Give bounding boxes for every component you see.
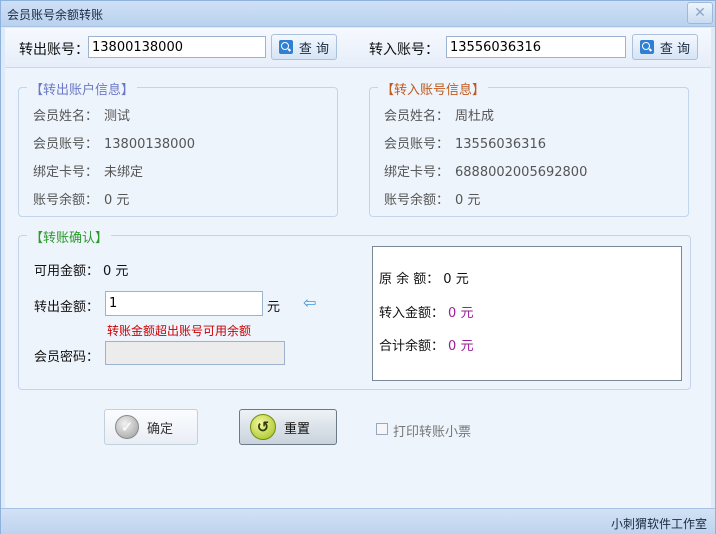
- out-query-label: 查 询: [298, 41, 330, 57]
- out-account-input[interactable]: [88, 36, 266, 58]
- in-name-label: 会员姓名：: [384, 109, 450, 124]
- transfer-window: 会员账号余额转账 ✕ 转出账号： 查 询 转入账号： 查 询 【转出账户信息】 …: [0, 0, 716, 534]
- balance-summary-box: 原 余 额： 0 元 转入金额： 0 元 合计余额： 0 元: [372, 246, 682, 381]
- in-query-button[interactable]: 查 询: [632, 34, 698, 60]
- total-balance-row: 合计余额： 0 元: [379, 335, 473, 354]
- out-card-label: 绑定卡号：: [33, 165, 99, 180]
- out-account-row: 会员账号： 13800138000: [33, 133, 195, 152]
- in-amount-value: 0: [448, 306, 457, 321]
- out-query-button[interactable]: 查 询: [271, 34, 337, 60]
- print-receipt-checkbox[interactable]: [376, 423, 388, 435]
- search-icon: [278, 40, 293, 54]
- out-account-label: 转出账号：: [19, 42, 89, 58]
- out-name-row: 会员姓名： 测试: [33, 105, 130, 124]
- out-account-info-group: 【转出账户信息】 会员姓名： 测试 会员账号： 13800138000 绑定卡号： 未…: [18, 79, 338, 217]
- in-account-row: 会员账号： 13556036316: [384, 133, 546, 152]
- confirm-button-label: 确定: [147, 421, 174, 437]
- available-value: 0 元: [103, 264, 129, 279]
- out-name-label: 会员姓名：: [33, 109, 99, 124]
- out-name-value: 测试: [104, 109, 131, 124]
- orig-balance-row: 原 余 额： 0 元: [379, 268, 469, 287]
- in-card-value: 6888002005692800: [455, 165, 588, 180]
- reset-button[interactable]: ↺ 重置: [239, 409, 337, 445]
- orig-balance-label: 原 余 额：: [379, 272, 440, 287]
- in-query-label: 查 询: [659, 41, 691, 57]
- in-account-label: 转入账号：: [369, 42, 439, 58]
- available-label: 可用金额：: [34, 264, 100, 279]
- close-button[interactable]: ✕: [687, 2, 713, 24]
- out-card-row: 绑定卡号： 未绑定: [33, 161, 143, 180]
- in-amount-label: 转入金额：: [379, 306, 445, 321]
- in-card-label: 绑定卡号：: [384, 165, 450, 180]
- amount-unit: 元: [267, 300, 281, 315]
- out-balance-value: 0 元: [104, 193, 130, 208]
- password-label: 会员密码：: [34, 350, 100, 365]
- transfer-confirm-title: 【转账确认】: [27, 227, 112, 246]
- out-account-info-title: 【转出账户信息】: [27, 79, 138, 98]
- reset-button-label: 重置: [284, 421, 311, 437]
- in-balance-row: 账号余额： 0 元: [384, 189, 480, 208]
- main-content: 转出账号： 查 询 转入账号： 查 询 【转出账户信息】 会员姓名： 测试 会员账…: [5, 28, 711, 508]
- print-receipt-label[interactable]: 打印转账小票: [393, 421, 471, 440]
- error-message: 转账金额超出账号可用余额: [107, 324, 252, 338]
- out-account-value: 13800138000: [104, 137, 195, 152]
- in-account-info-group: 【转入账号信息】 会员姓名： 周杜成 会员账号： 13556036316 绑定卡号：…: [369, 79, 689, 217]
- available-row: 可用金额： 0 元: [34, 260, 128, 279]
- in-amount-row: 转入金额： 0 元: [379, 302, 473, 321]
- checkmark-icon: ✓: [115, 415, 139, 439]
- orig-balance-unit: 元: [455, 272, 469, 287]
- reset-icon: ↺: [250, 414, 276, 440]
- status-bar: 小刺猬软件工作室: [1, 508, 715, 534]
- out-account-label-2: 会员账号：: [33, 137, 99, 152]
- out-card-value: 未绑定: [104, 165, 144, 180]
- title-bar: 会员账号余额转账 ✕: [1, 1, 715, 27]
- out-balance-label: 账号余额：: [33, 193, 99, 208]
- out-balance-row: 账号余额： 0 元: [33, 189, 129, 208]
- total-balance-unit: 元: [460, 339, 474, 354]
- in-account-value: 13556036316: [455, 137, 546, 152]
- window-title: 会员账号余额转账: [7, 8, 104, 22]
- password-input[interactable]: [105, 341, 285, 365]
- in-name-row: 会员姓名： 周杜成: [384, 105, 494, 124]
- in-amount-unit: 元: [460, 306, 474, 321]
- arrow-left-icon: ⇦: [303, 293, 317, 312]
- in-card-row: 绑定卡号： 6888002005692800: [384, 161, 587, 180]
- in-account-info-title: 【转入账号信息】: [378, 79, 489, 98]
- in-balance-label: 账号余额：: [384, 193, 450, 208]
- in-balance-value: 0 元: [455, 193, 481, 208]
- amount-label: 转出金额：: [34, 300, 100, 315]
- total-balance-value: 0: [448, 339, 457, 354]
- amount-input[interactable]: [105, 291, 263, 316]
- in-account-input[interactable]: [446, 36, 626, 58]
- orig-balance-value: 0: [443, 272, 452, 287]
- status-text: 小刺猬软件工作室: [610, 517, 707, 531]
- confirm-button[interactable]: ✓ 确定: [104, 409, 198, 445]
- search-icon: [639, 40, 654, 54]
- total-balance-label: 合计余额：: [379, 339, 445, 354]
- in-name-value: 周杜成: [455, 109, 495, 124]
- account-search-bar: 转出账号： 查 询 转入账号： 查 询: [5, 28, 711, 68]
- in-account-label-2: 会员账号：: [384, 137, 450, 152]
- transfer-confirm-group: 【转账确认】 可用金额：0 元 转出金额： 元 ⇦ 转账金额超出账号可用余额 会…: [18, 227, 691, 390]
